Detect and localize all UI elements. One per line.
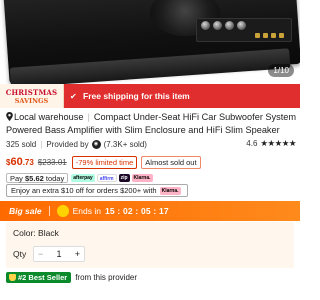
best-seller-text: from this provider: [75, 273, 137, 282]
big-sale-bar: Big sale Ends in 15 : 02 : 05 : 17: [0, 201, 300, 221]
terminal-icon: [271, 33, 276, 38]
zip-logo-icon: zip: [118, 173, 130, 182]
countdown-timer: 15 : 02 : 05 : 17: [104, 206, 169, 216]
increase-qty-button[interactable]: +: [75, 249, 80, 259]
clock-icon: [56, 205, 69, 217]
best-seller-row[interactable]: #2 Best Seller from this provider: [6, 271, 137, 284]
product-image[interactable]: 1/10: [0, 0, 300, 84]
afterpay-logo-icon: afterpay: [71, 173, 95, 182]
ends-in-label: Ends in: [72, 206, 101, 216]
local-warehouse-label: Local warehouse: [14, 112, 84, 122]
knob-icon: [225, 21, 234, 30]
qty-value[interactable]: 1: [56, 249, 61, 259]
title-line2: Powered Bass Amplifier with Slim Enclosu…: [6, 125, 280, 135]
current-price: $60.73: [6, 156, 34, 168]
original-price: $233.01: [37, 157, 67, 167]
installment-row[interactable]: Pay $5.62 today afterpay affirm zip Klar…: [6, 172, 155, 183]
image-counter: 1/10: [268, 64, 294, 77]
trophy-icon: [9, 274, 16, 281]
pay-today-box[interactable]: Pay $5.62 today: [6, 172, 69, 183]
seller-sold-count[interactable]: (7.3K+ sold): [104, 140, 147, 149]
sold-row: 325 sold | Provided by ◉ (7.3K+ sold) 4.…: [6, 138, 296, 150]
seller-avatar-icon[interactable]: ◉: [91, 139, 101, 149]
sale-divider: [48, 206, 50, 216]
big-sale-label: Big sale: [9, 206, 42, 216]
control-panel: [196, 18, 292, 42]
terminal-icon: [263, 33, 268, 38]
klarna-offer[interactable]: Enjoy an extra $10 off for orders $200+ …: [6, 184, 188, 197]
title-separator: |: [87, 112, 90, 122]
promo-strip: CHRISTMAS SAVINGS ✔ Free shipping for th…: [0, 84, 300, 108]
knob-icon: [237, 21, 246, 30]
best-seller-badge: #2 Best Seller: [6, 272, 72, 283]
star-rating-icon: ★★★★★: [260, 138, 296, 148]
badge-line1: CHRISTMAS: [5, 87, 58, 97]
badge-line2: SAVINGS: [14, 96, 49, 105]
klarna-logo-icon: Klarna.: [131, 173, 153, 182]
rating-value: 4.6: [246, 139, 258, 148]
price-row: $60.73 $233.01 -79% limited time Almost …: [6, 154, 205, 170]
klarna-logo-icon: Klarna.: [159, 186, 181, 195]
decrease-qty-button[interactable]: −: [38, 249, 43, 259]
christmas-savings-badge: CHRISTMAS SAVINGS: [0, 84, 64, 108]
qty-label: Qty: [13, 249, 27, 259]
sold-count: 325 sold: [6, 139, 37, 149]
knob-icon: [201, 21, 210, 30]
stock-badge: Almost sold out: [141, 155, 201, 169]
quantity-stepper: − 1 +: [33, 246, 85, 262]
color-selector[interactable]: Color: Black: [13, 228, 59, 238]
option-panel: Color: Black Qty − 1 +: [6, 222, 294, 268]
terminal-icon: [255, 33, 260, 38]
free-shipping-banner[interactable]: ✔ Free shipping for this item: [64, 84, 300, 108]
check-icon: ✔: [70, 91, 77, 101]
klarna-offer-text: Enjoy an extra $10 off for orders $200+ …: [11, 186, 157, 195]
discount-badge: -79% limited time: [71, 155, 138, 169]
rating[interactable]: 4.6 ★★★★★: [246, 138, 296, 149]
provided-by-label: Provided by: [46, 139, 89, 149]
knob-icon: [213, 21, 222, 30]
free-shipping-text: Free shipping for this item: [83, 91, 190, 101]
title-line1: Compact Under-Seat HiFi Car Subwoofer Sy…: [93, 112, 296, 122]
terminal-icon: [279, 33, 284, 38]
location-icon: [6, 112, 13, 121]
product-title: Local warehouse | Compact Under-Seat HiFi …: [6, 111, 296, 137]
sold-separator: |: [40, 139, 43, 149]
affirm-logo-icon: affirm: [96, 173, 117, 182]
